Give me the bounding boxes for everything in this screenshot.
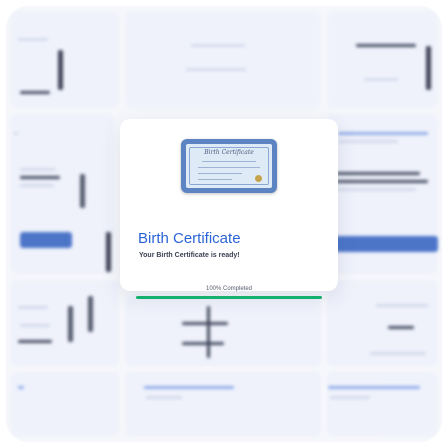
- background-tile: [327, 12, 437, 108]
- seal-icon: [255, 175, 262, 182]
- background-bar: [182, 342, 224, 345]
- progress-fill: [136, 296, 322, 299]
- background-button: [20, 232, 72, 248]
- background-bar: [20, 91, 50, 94]
- background-bar: [68, 306, 73, 342]
- background-tile: [11, 280, 119, 366]
- background-button: [324, 236, 438, 252]
- background-bar: [336, 172, 420, 175]
- card-subtitle: Your Birth Certificate is ready!: [139, 252, 240, 259]
- background-bar: [20, 176, 60, 179]
- background-bar: [336, 188, 416, 191]
- background-tile: [11, 372, 119, 436]
- progress-label: 100% Completed: [205, 286, 253, 292]
- background-bar: [426, 46, 431, 90]
- background-tile: [125, 296, 321, 366]
- background-bar: [330, 396, 370, 399]
- certificate-icon: Birth Certificate: [181, 139, 277, 193]
- background-bar: [80, 174, 85, 208]
- background-bar: [207, 306, 210, 358]
- certificate-paper: Birth Certificate: [186, 144, 272, 188]
- background-bar: [144, 386, 234, 389]
- background-bar: [370, 352, 426, 355]
- background-bar: [20, 168, 56, 171]
- background-bar: [182, 322, 228, 325]
- background-bar: [146, 396, 182, 399]
- background-tile: [327, 372, 437, 436]
- background-bar: [106, 232, 111, 272]
- background-bar: [20, 324, 50, 327]
- progress-bar: [136, 296, 322, 299]
- background-bar: [376, 304, 428, 307]
- background-bar: [14, 132, 18, 135]
- background-bar: [58, 50, 63, 90]
- background-bar: [338, 140, 398, 143]
- card-title: Birth Certificate: [138, 230, 241, 247]
- background-bar: [20, 184, 54, 187]
- background-tile: [11, 114, 114, 274]
- app-frame: Birth Certificate Birth Certificate Your…: [6, 6, 442, 442]
- background-bar: [388, 326, 414, 329]
- background-bar: [328, 386, 420, 389]
- background-bar: [18, 340, 52, 343]
- certificate-heading: Birth Certificate: [204, 149, 254, 156]
- background-tile: [125, 372, 321, 436]
- background-tile: [125, 12, 321, 108]
- certificate-status-card[interactable]: Birth Certificate: [120, 119, 338, 291]
- background-bar: [18, 306, 48, 309]
- background-bar: [356, 44, 416, 47]
- background-bar: [186, 68, 246, 71]
- background-bar: [88, 296, 93, 332]
- background-bar: [191, 44, 245, 47]
- background-bar: [18, 38, 48, 41]
- background-bar: [338, 132, 428, 135]
- background-bar: [364, 78, 398, 81]
- background-bar: [336, 180, 428, 183]
- background-bar: [18, 386, 24, 389]
